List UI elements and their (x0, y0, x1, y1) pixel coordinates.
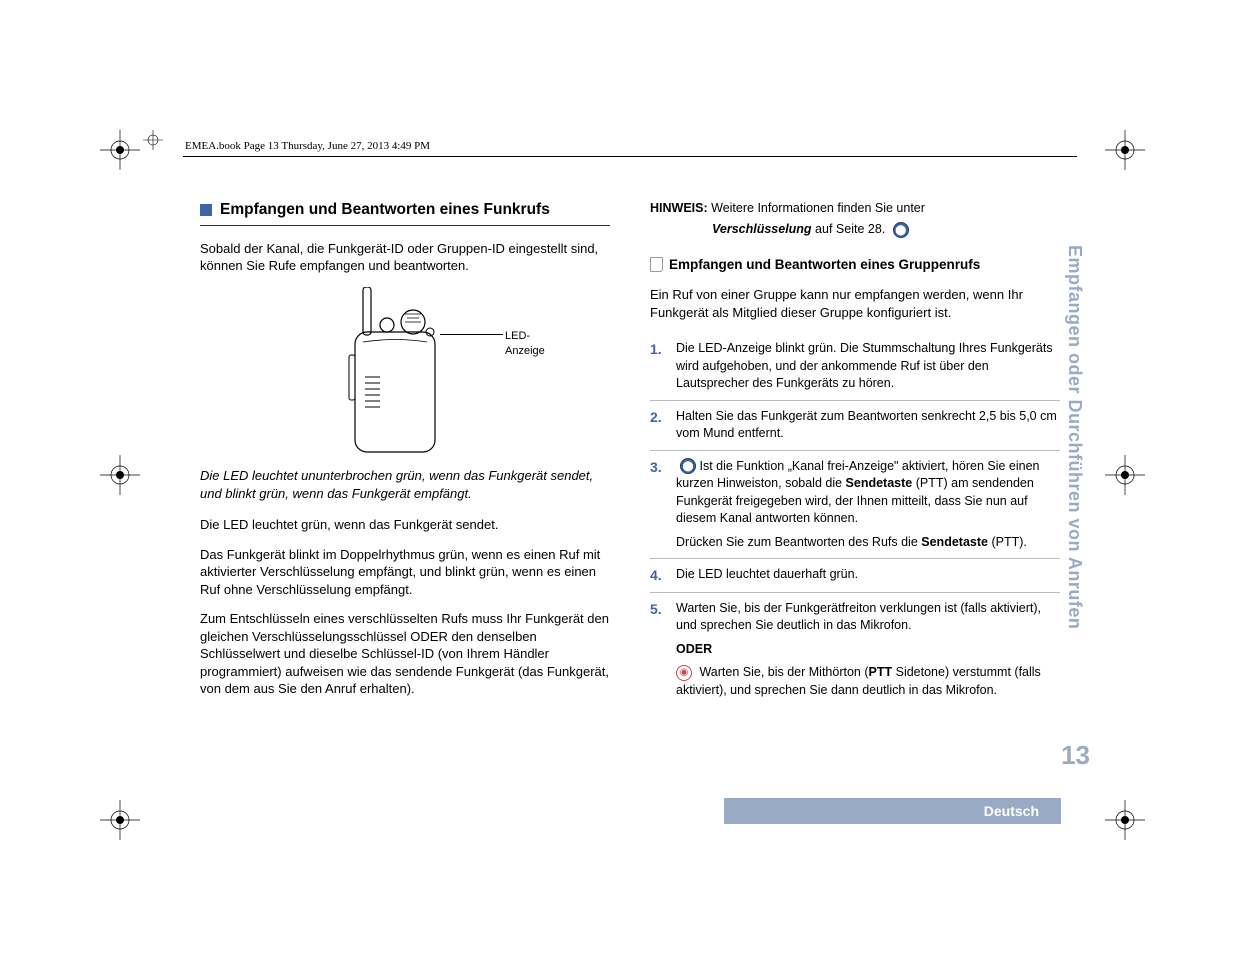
note-text-a: Weitere Informationen finden Sie unter (711, 201, 925, 215)
crop-mark-icon (100, 455, 140, 495)
para-led-blink: Das Funkgerät blinkt im Doppelrhythmus g… (200, 546, 610, 599)
crop-mark-icon (1105, 800, 1145, 840)
step-body: Warten Sie, bis der Funkgerätfreiton ver… (676, 600, 1060, 700)
figure-caption: Die LED leuchtet ununterbrochen grün, we… (200, 467, 610, 502)
step3-seg3: Drücken Sie zum Beantworten des Rufs die (676, 535, 921, 549)
group-intro: Ein Ruf von einer Gruppe kann nur empfan… (650, 286, 1060, 321)
step-number: 2. (650, 408, 666, 443)
steps-list: 1. Die LED-Anzeige blinkt grün. Die Stum… (650, 333, 1060, 706)
header-rule (183, 156, 1077, 157)
sidebar: Empfangen oder Durchführen von Anrufen (1064, 245, 1090, 825)
sidetone-icon: ◉ (676, 665, 692, 681)
note-row: HINWEIS: Weitere Informationen finden Si… (650, 200, 1060, 217)
step-number: 5. (650, 600, 666, 700)
note-label: HINWEIS: (650, 201, 708, 215)
ptt-bold: PTT (869, 665, 893, 679)
right-column: HINWEIS: Weitere Informationen finden Si… (650, 200, 1060, 710)
oder-bold: ODER (676, 642, 712, 656)
crop-mark-icon (100, 130, 140, 170)
step-body: Halten Sie das Funkgerät zum Beantworten… (676, 408, 1060, 443)
ptt-bold: Sendetaste (846, 476, 913, 490)
radio-figure: LED-Anzeige (245, 287, 565, 457)
feature-icon: ⬤ (680, 458, 696, 474)
crop-mark-small-icon (143, 130, 163, 150)
ptt-bold: Sendetaste (921, 535, 988, 549)
para-led-send: Die LED leuchtet grün, wenn das Funkgerä… (200, 516, 610, 534)
intro-paragraph: Sobald der Kanal, die Funkgerät-ID oder … (200, 240, 610, 275)
note-link[interactable]: Verschlüsselung (712, 222, 812, 236)
note-indent: Verschlüsselung auf Seite 28. ⬤ (712, 221, 1060, 238)
subheading: Empfangen und Beantworten eines Gruppenr… (650, 256, 1060, 274)
note-text-b: auf Seite 28. (812, 222, 886, 236)
step-body: Die LED leuchtet dauerhaft grün. (676, 566, 1060, 585)
step5-seg2a: Warten Sie, bis der Mithörton ( (696, 665, 869, 679)
step-body: ⬤ Ist die Funktion „Kanal frei-Anzeige" … (676, 458, 1060, 552)
book-icon (650, 257, 663, 272)
language-tab: Deutsch (724, 798, 1061, 824)
bullet-square-icon (200, 204, 212, 216)
crop-mark-icon (1105, 455, 1145, 495)
chapter-title-vertical: Empfangen oder Durchführen von Anrufen (1064, 245, 1085, 735)
crop-mark-icon (100, 800, 140, 840)
page-number: 13 (1061, 740, 1090, 771)
step-5: 5. Warten Sie, bis der Funkgerätfreiton … (650, 593, 1060, 707)
radio-illustration (335, 287, 475, 457)
step3-seg4: (PTT). (988, 535, 1027, 549)
para-decrypt: Zum Entschlüsseln eines verschlüsselten … (200, 610, 610, 698)
info-lock-icon: ⬤ (893, 222, 909, 238)
step-number: 4. (650, 566, 666, 585)
heading-text: Empfangen und Beantworten eines Funkrufs (220, 200, 550, 221)
led-label: LED-Anzeige (505, 329, 565, 359)
step-number: 3. (650, 458, 666, 552)
crop-mark-icon (1105, 130, 1145, 170)
section-heading: Empfangen und Beantworten eines Funkrufs (200, 200, 610, 226)
step-number: 1. (650, 340, 666, 393)
step-3: 3. ⬤ Ist die Funktion „Kanal frei-Anzeig… (650, 451, 1060, 560)
step-2: 2. Halten Sie das Funkgerät zum Beantwor… (650, 401, 1060, 451)
step-4: 4. Die LED leuchtet dauerhaft grün. (650, 559, 1060, 593)
leader-line (440, 334, 503, 335)
step-1: 1. Die LED-Anzeige blinkt grün. Die Stum… (650, 333, 1060, 401)
subheading-text: Empfangen und Beantworten eines Gruppenr… (669, 256, 980, 274)
step-body: Die LED-Anzeige blinkt grün. Die Stummsc… (676, 340, 1060, 393)
left-column: Empfangen und Beantworten eines Funkrufs… (200, 200, 610, 710)
header-meta-text: EMEA.book Page 13 Thursday, June 27, 201… (185, 140, 430, 152)
step5-seg1: Warten Sie, bis der Funkgerätfreiton ver… (676, 600, 1060, 635)
